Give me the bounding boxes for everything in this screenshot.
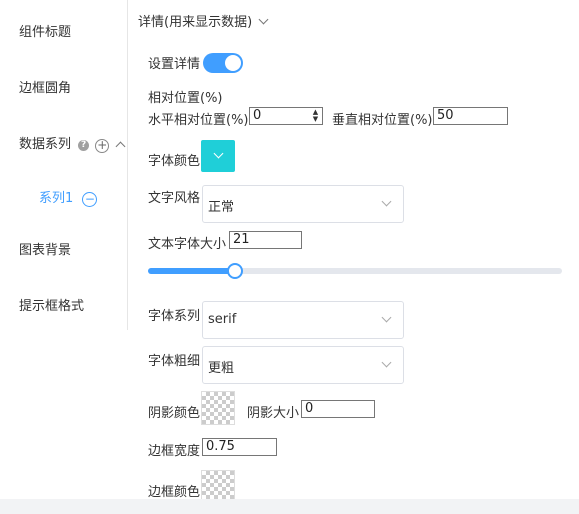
border-width-input[interactable]: 0.75: [202, 438, 277, 456]
chevron-down-icon: [258, 14, 269, 25]
sidebar-subitem-series-1[interactable]: 系列1 −: [39, 187, 98, 207]
font-size-input[interactable]: 21: [229, 231, 302, 249]
toggle-knob: [225, 55, 241, 71]
shadow-size-label: 阴影大小: [247, 406, 300, 421]
font-weight-label: 字体粗细: [148, 354, 201, 369]
add-series-icon[interactable]: +: [95, 139, 110, 153]
font-family-value: serif: [208, 312, 237, 327]
sidebar-item-component-title[interactable]: 组件标题: [19, 21, 71, 40]
shadow-size-value: 0: [305, 401, 314, 416]
sidebar-item-chart-background[interactable]: 图表背景: [19, 239, 71, 258]
help-icon[interactable]: ?: [78, 140, 90, 151]
bottom-scroll-area: [0, 499, 579, 514]
font-family-label: 字体系列: [148, 309, 201, 324]
horizontal-position-value: 0: [253, 108, 262, 123]
show-detail-label: 设置详情: [148, 57, 201, 72]
text-style-select[interactable]: 正常: [202, 185, 404, 223]
font-size-label: 文本字体大小: [148, 237, 227, 252]
chevron-up-icon[interactable]: [115, 141, 126, 152]
chevron-down-icon: [381, 357, 392, 368]
shadow-color-label: 阴影颜色: [148, 406, 201, 421]
vertical-position-value: 50: [437, 108, 454, 123]
font-family-select[interactable]: serif: [202, 301, 404, 339]
section-title: 详情(用来显示数据): [138, 15, 253, 30]
show-detail-toggle[interactable]: [203, 53, 243, 73]
sidebar-item-label: 边框圆角: [19, 81, 72, 96]
sidebar-item-label: 数据系列: [19, 137, 72, 152]
font-size-value: 21: [233, 232, 250, 247]
shadow-color-picker[interactable]: [201, 391, 235, 425]
chevron-down-icon: [381, 312, 392, 323]
spin-down-icon[interactable]: ▼: [311, 116, 320, 123]
vertical-position-input[interactable]: 50: [433, 107, 508, 125]
border-width-value: 0.75: [206, 439, 235, 454]
border-width-label: 边框宽度: [148, 444, 201, 459]
font-weight-select[interactable]: 更粗: [202, 346, 404, 384]
number-spinner[interactable]: ▲ ▼: [311, 109, 320, 123]
shadow-size-input[interactable]: 0: [301, 400, 375, 418]
text-style-value: 正常: [208, 200, 235, 215]
detail-section-header[interactable]: 详情(用来显示数据): [138, 11, 269, 30]
slider-fill: [148, 268, 235, 274]
horizontal-position-label: 水平相对位置(%): [148, 113, 249, 128]
vertical-position-label: 垂直相对位置(%): [332, 113, 433, 128]
sidebar-item-label: 组件标题: [19, 25, 72, 40]
horizontal-position-input[interactable]: 0 ▲ ▼: [249, 107, 323, 125]
sidebar-item-data-series[interactable]: 数据系列 ? +: [19, 133, 126, 153]
relative-position-label: 相对位置(%): [148, 91, 223, 106]
chevron-down-icon: [381, 196, 392, 207]
text-style-label: 文字风格: [148, 191, 201, 206]
sidebar-subitem-label: 系列1: [39, 191, 74, 206]
font-weight-value: 更粗: [208, 361, 235, 376]
font-color-label: 字体颜色: [148, 154, 201, 169]
sidebar-item-label: 图表背景: [19, 243, 72, 258]
sidebar: 组件标题 边框圆角 数据系列 ? + 系列1 − 图表背景 提示框格式: [0, 0, 128, 330]
chevron-down-icon: [213, 148, 224, 159]
remove-series-icon[interactable]: −: [82, 192, 98, 207]
sidebar-item-label: 提示框格式: [19, 299, 85, 314]
sidebar-item-border-radius[interactable]: 边框圆角: [19, 77, 71, 96]
font-size-slider[interactable]: [148, 263, 562, 279]
sidebar-item-tooltip-format[interactable]: 提示框格式: [19, 295, 84, 314]
font-color-picker[interactable]: [201, 140, 235, 172]
slider-thumb[interactable]: [226, 263, 243, 279]
border-color-label: 边框颜色: [148, 485, 201, 500]
